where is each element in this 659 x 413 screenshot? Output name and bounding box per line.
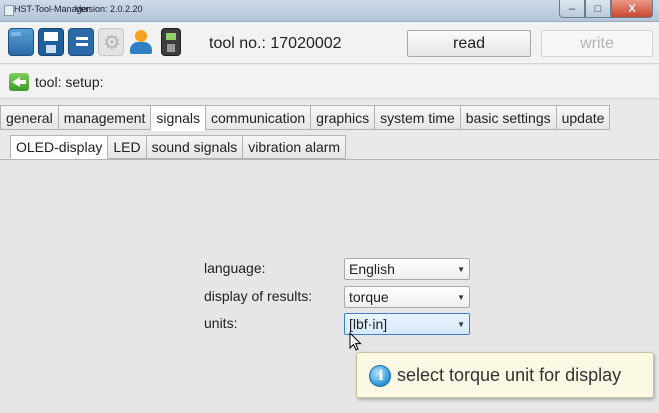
- results-select[interactable]: torque ▼: [344, 286, 470, 308]
- tab-signals[interactable]: signals: [151, 105, 207, 131]
- chevron-down-icon: ▼: [457, 320, 465, 329]
- tab-update[interactable]: update: [556, 105, 611, 130]
- tab-system-time[interactable]: system time: [375, 105, 461, 130]
- main-tabs: general management signals communication…: [0, 105, 611, 131]
- gear-icon[interactable]: [98, 28, 124, 56]
- subtab-vibration-alarm[interactable]: vibration alarm: [243, 135, 347, 159]
- info-icon: [369, 365, 392, 387]
- app-icon: [4, 5, 14, 16]
- toolbar: tool no.: 17020002 read write: [0, 22, 659, 64]
- units-value: [lbf·in]: [349, 316, 388, 332]
- version-label: Version: 2.0.2.20: [75, 4, 143, 14]
- back-arrow-icon[interactable]: [9, 73, 29, 91]
- title-bar: HST-Tool-Manager Version: 2.0.2.20 – □ X: [0, 0, 659, 22]
- subtab-led[interactable]: LED: [108, 135, 147, 159]
- chevron-down-icon: ▼: [457, 265, 465, 274]
- write-button[interactable]: write: [541, 30, 653, 57]
- language-select[interactable]: English ▼: [344, 258, 470, 280]
- tooltip-text: select torque unit for display: [397, 365, 622, 385]
- units-label: units:: [204, 315, 238, 331]
- tab-management[interactable]: management: [58, 105, 152, 130]
- sub-tabs: OLED-display LED sound signals vibration…: [10, 135, 347, 159]
- tab-basic-settings[interactable]: basic settings: [460, 105, 557, 130]
- folder-icon[interactable]: [8, 28, 34, 56]
- chevron-down-icon: ▼: [457, 293, 465, 302]
- tool-number-label: tool no.: 17020002: [209, 35, 342, 52]
- results-label: display of results:: [204, 288, 313, 304]
- tab-graphics[interactable]: graphics: [311, 105, 376, 130]
- language-label: language:: [204, 260, 266, 276]
- language-value: English: [349, 261, 395, 277]
- breadcrumb-text: tool: setup:: [35, 74, 104, 90]
- list-icon[interactable]: [68, 28, 94, 56]
- subtab-sound-signals[interactable]: sound signals: [146, 135, 244, 159]
- tab-general[interactable]: general: [0, 105, 59, 130]
- mouse-cursor-icon: [349, 332, 362, 351]
- read-button[interactable]: read: [407, 30, 531, 57]
- tooltip: select torque unit for display: [356, 352, 654, 398]
- results-value: torque: [349, 289, 389, 305]
- device-icon[interactable]: [161, 28, 181, 56]
- minimize-button[interactable]: –: [559, 0, 585, 18]
- save-icon[interactable]: [38, 28, 64, 56]
- window-controls: – □ X: [559, 0, 653, 20]
- breadcrumb: tool: setup:: [0, 65, 659, 99]
- user-icon[interactable]: [128, 28, 154, 56]
- tab-communication[interactable]: communication: [206, 105, 312, 130]
- maximize-button[interactable]: □: [585, 0, 611, 18]
- close-button[interactable]: X: [611, 0, 653, 18]
- subtab-oled-display[interactable]: OLED-display: [10, 135, 109, 159]
